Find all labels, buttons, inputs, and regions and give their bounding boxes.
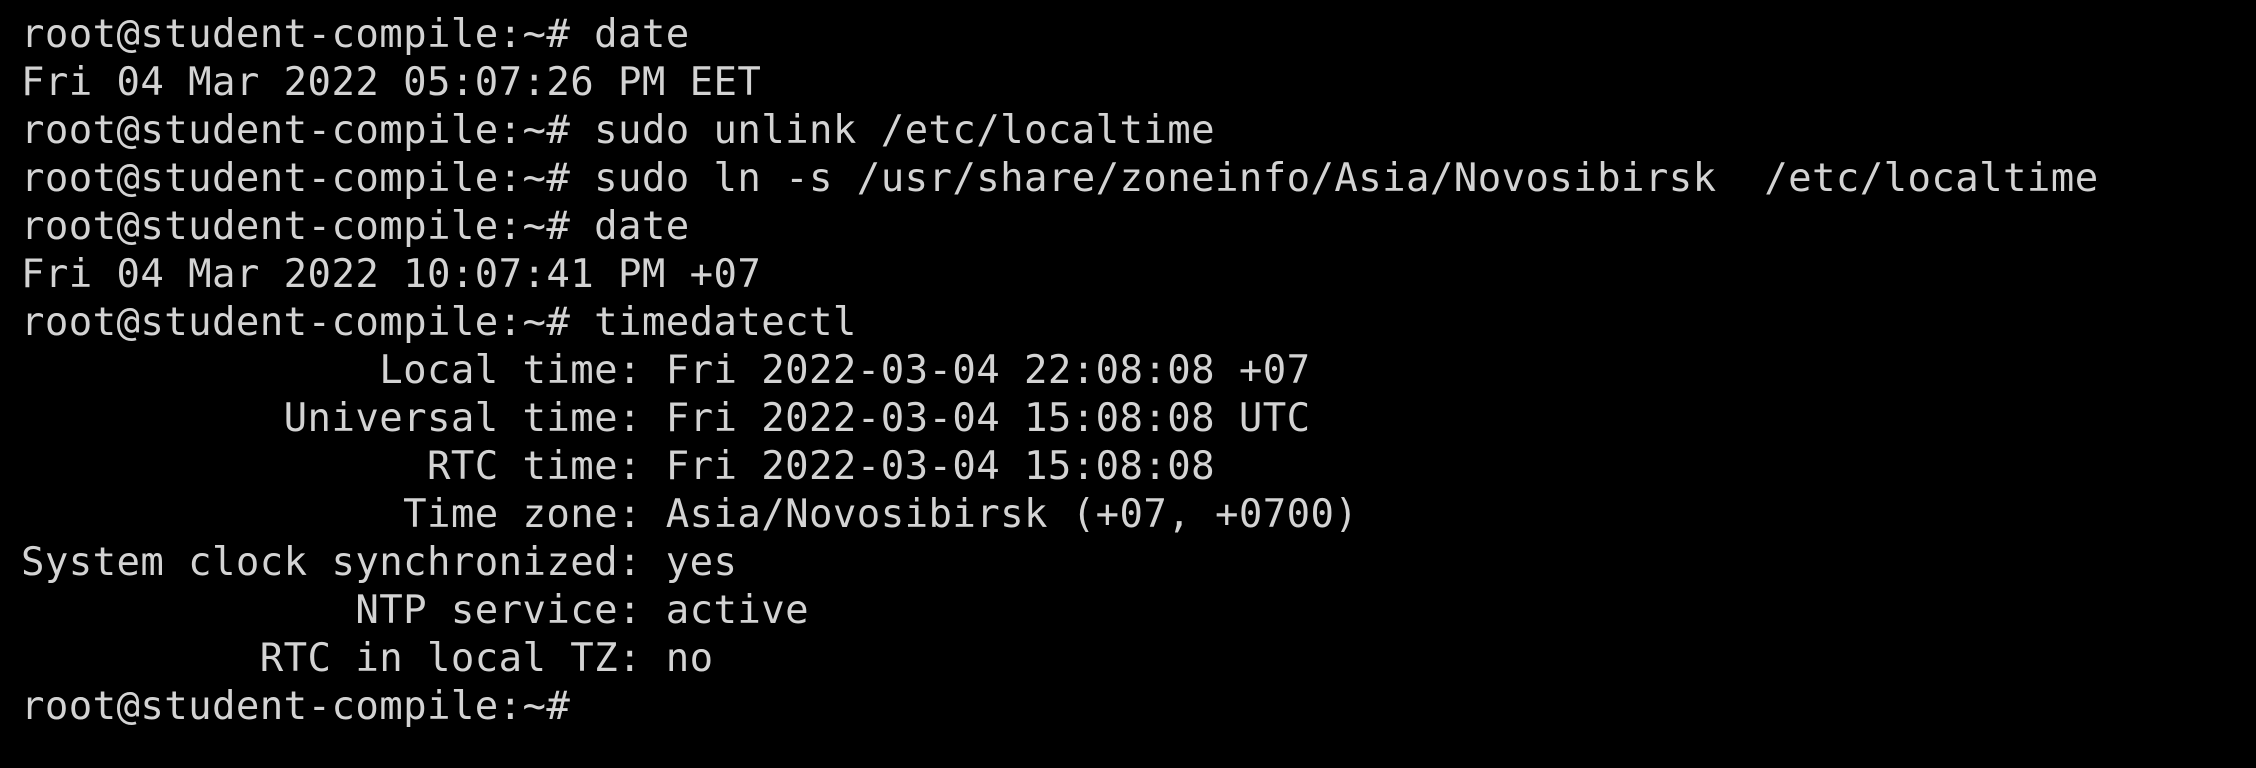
terminal-line-command: root@student-compile:~# timedatectl xyxy=(21,299,2256,347)
command-text: timedatectl xyxy=(570,300,857,345)
timedatectl-rtc-time: RTC time: Fri 2022-03-04 15:08:08 xyxy=(21,443,2256,491)
terminal-window[interactable]: root@student-compile:~# date Fri 04 Mar … xyxy=(0,0,2256,768)
shell-prompt: root@student-compile:~# xyxy=(21,156,571,201)
field-label: NTP service: xyxy=(21,588,642,633)
shell-prompt: root@student-compile:~# xyxy=(21,12,571,57)
field-value: Fri 2022-03-04 15:08:08 xyxy=(641,444,1216,489)
terminal-line-command: root@student-compile:~# sudo ln -s /usr/… xyxy=(21,155,2256,203)
shell-prompt: root@student-compile:~# xyxy=(21,300,571,345)
field-value: Fri 2022-03-04 22:08:08 +07 xyxy=(641,348,1311,393)
timedatectl-ntp-service: NTP service: active xyxy=(21,587,2256,635)
command-text: sudo unlink /etc/localtime xyxy=(570,108,1216,153)
terminal-line-command: root@student-compile:~# date xyxy=(21,11,2256,59)
field-value: Asia/Novosibirsk (+07, +0700) xyxy=(641,492,1359,537)
terminal-line-output: Fri 04 Mar 2022 10:07:41 PM +07 xyxy=(21,252,762,297)
command-text: date xyxy=(570,12,690,57)
field-value: no xyxy=(641,636,714,681)
field-label: System clock synchronized: xyxy=(21,540,642,585)
command-text: sudo ln -s /usr/share/zoneinfo/Asia/Novo… xyxy=(570,156,2099,201)
terminal-line-output: Fri 04 Mar 2022 05:07:26 PM EET xyxy=(21,60,762,105)
timedatectl-rtc-local-tz: RTC in local TZ: no xyxy=(21,635,2256,683)
shell-prompt: root@student-compile:~# xyxy=(21,204,571,249)
terminal-line-input[interactable]: root@student-compile:~# xyxy=(21,683,2256,731)
timedatectl-local-time: Local time: Fri 2022-03-04 22:08:08 +07 xyxy=(21,347,2256,395)
field-value: yes xyxy=(641,540,738,585)
timedatectl-universal-time: Universal time: Fri 2022-03-04 15:08:08 … xyxy=(21,395,2256,443)
terminal-line-command: root@student-compile:~# sudo unlink /etc… xyxy=(21,107,2256,155)
shell-prompt: root@student-compile:~# xyxy=(21,108,571,153)
field-label: RTC in local TZ: xyxy=(21,636,642,681)
field-label: Local time: xyxy=(21,348,642,393)
timedatectl-time-zone: Time zone: Asia/Novosibirsk (+07, +0700) xyxy=(21,491,2256,539)
field-label: Universal time: xyxy=(21,396,642,441)
shell-prompt: root@student-compile:~# xyxy=(21,684,571,729)
field-value: Fri 2022-03-04 15:08:08 UTC xyxy=(641,396,1311,441)
command-text: date xyxy=(570,204,690,249)
field-label: Time zone: xyxy=(21,492,642,537)
timedatectl-clock-synchronized: System clock synchronized: yes xyxy=(21,539,2256,587)
field-label: RTC time: xyxy=(21,444,642,489)
terminal-line-command: root@student-compile:~# date xyxy=(21,203,2256,251)
field-value: active xyxy=(641,588,810,633)
